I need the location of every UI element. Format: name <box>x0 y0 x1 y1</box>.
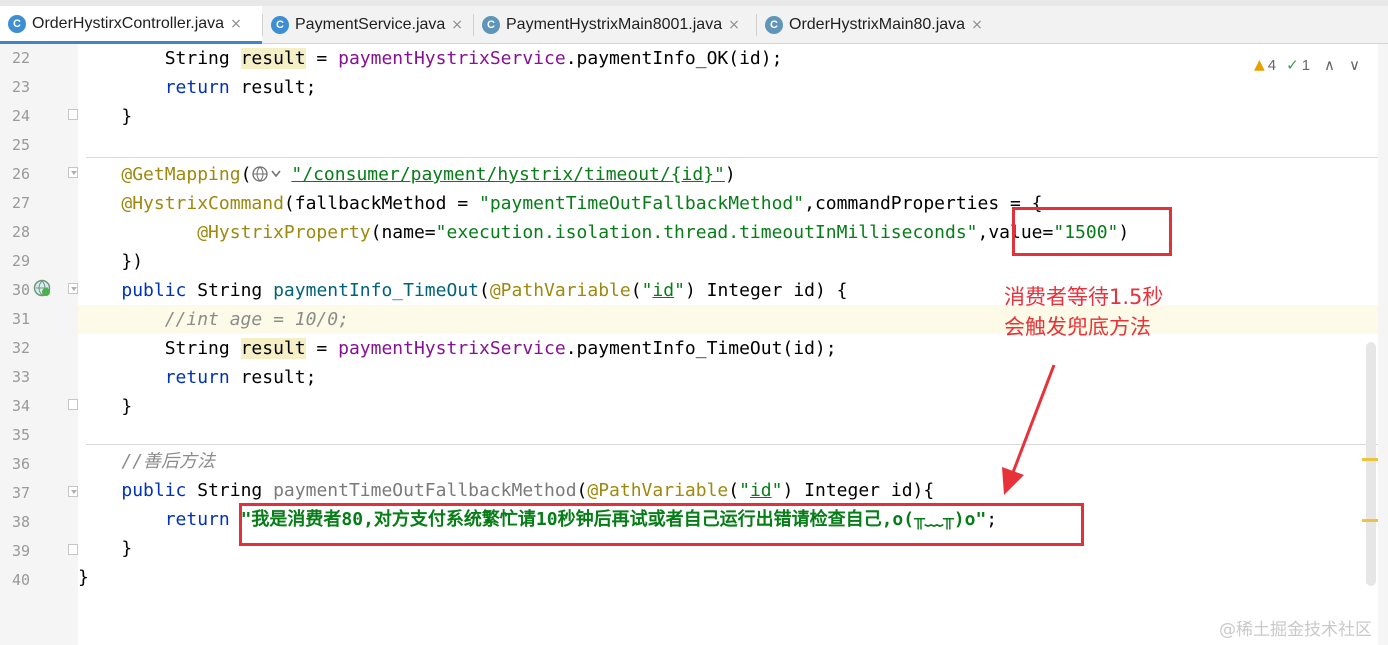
fold-toggle[interactable] <box>68 486 78 497</box>
line-number: 27 <box>11 194 30 212</box>
method-separator <box>86 157 1378 158</box>
fold-end-marker[interactable] <box>68 109 78 120</box>
class-icon: C <box>271 16 289 34</box>
inspection-widget[interactable]: ▲ 4 ✓ 1 ∧ ∨ <box>1254 54 1360 76</box>
line-number: 33 <box>11 368 30 386</box>
fallback-return-highlight-box <box>239 503 1084 546</box>
method-separator <box>86 444 1378 445</box>
editor-right-stripe[interactable] <box>1378 44 1388 645</box>
code-line-28: @HystrixProperty(name="execution.isolati… <box>197 222 1130 243</box>
line-number: 24 <box>11 107 30 125</box>
vertical-scrollbar-thumb[interactable] <box>1366 342 1376 586</box>
close-icon[interactable]: × <box>728 17 740 33</box>
code-line-27: @HystrixCommand(fallbackMethod = "paymen… <box>121 193 1043 214</box>
line-number: 25 <box>11 136 30 154</box>
code-line-36: //善后方法 <box>121 451 216 472</box>
warning-stripe-marker[interactable] <box>1362 458 1378 461</box>
code-line-29: }) <box>121 251 144 272</box>
annotation-line-1: 消费者等待1.5秒 <box>1004 285 1164 309</box>
tab-order-hystrix-main-80[interactable]: C OrderHystrixMain80.java × <box>757 6 999 44</box>
close-icon[interactable]: × <box>451 17 463 33</box>
code-line-22: String result = paymentHystrixService.pa… <box>164 48 783 69</box>
weak-warning-check-icon: ✓ <box>1286 56 1299 74</box>
tab-payment-hystrix-main-8001[interactable]: C PaymentHystrixMain8001.java × <box>474 6 756 44</box>
code-line-34: } <box>121 396 133 417</box>
line-number: 31 <box>11 310 30 328</box>
line-number: 29 <box>11 252 30 270</box>
code-line-24: } <box>121 106 133 127</box>
code-editor[interactable]: String result = paymentHystrixService.pa… <box>78 44 1378 645</box>
spring-web-endpoint-icon[interactable] <box>33 279 51 297</box>
tab-label: PaymentHystrixMain8001.java <box>506 16 723 33</box>
code-line-31: //int age = 10/0; <box>78 305 1378 334</box>
weak-warning-count: 1 <box>1301 56 1311 74</box>
spring-boot-app-icon: C <box>482 16 500 34</box>
close-icon[interactable]: × <box>230 16 242 32</box>
tab-label: OrderHystirxController.java <box>32 14 225 32</box>
line-number: 38 <box>11 513 30 531</box>
line-number: 22 <box>11 49 30 67</box>
warning-count: 4 <box>1267 56 1277 74</box>
line-number: 32 <box>11 339 30 357</box>
line-number: 37 <box>11 484 30 502</box>
fold-toggle[interactable] <box>68 283 78 294</box>
warning-icon: ▲ <box>1254 57 1265 73</box>
annotation-line-2: 会触发兜底方法 <box>1004 315 1151 339</box>
tab-label: PaymentService.java <box>295 16 446 33</box>
line-number: 36 <box>11 455 30 473</box>
code-line-23: return result; <box>164 77 317 98</box>
fold-toggle[interactable] <box>68 167 78 178</box>
close-icon[interactable]: × <box>971 17 983 33</box>
watermark: @稀土掘金技术社区 <box>1219 620 1372 640</box>
line-number: 30 <box>11 281 30 299</box>
warning-stripe-marker[interactable] <box>1362 519 1378 522</box>
line-number: 35 <box>11 426 30 444</box>
annotation-arrow <box>1002 364 1056 495</box>
tab-payment-service[interactable]: C PaymentService.java × <box>263 6 473 44</box>
class-icon: C <box>8 14 26 33</box>
annotation-note: 消费者等待1.5秒 会触发兜底方法 <box>1004 282 1163 342</box>
spring-boot-app-icon: C <box>765 16 783 34</box>
tab-order-hystrix-controller[interactable]: C OrderHystirxController.java × <box>0 6 262 44</box>
fold-end-marker[interactable] <box>68 399 78 410</box>
tab-label: OrderHystrixMain80.java <box>789 16 966 33</box>
previous-problem-chevron-up-icon[interactable]: ∧ <box>1324 56 1335 74</box>
next-problem-chevron-down-icon[interactable]: ∨ <box>1349 56 1360 74</box>
fold-end-marker[interactable] <box>68 544 78 555</box>
code-line-33: return result; <box>164 367 317 388</box>
code-line-40: } <box>78 567 89 588</box>
line-number: 26 <box>11 165 30 183</box>
line-number: 39 <box>11 542 30 560</box>
code-line-26: @GetMapping("/consumer/payment/hystrix/t… <box>78 160 1378 189</box>
value-highlight-box <box>1012 207 1172 256</box>
code-line-30: public String paymentInfo_TimeOut(@PathV… <box>121 280 848 301</box>
editor-gutter: 22 23 24 25 26 27 28 29 30 31 32 33 34 3… <box>0 44 78 645</box>
code-line-32: String result = paymentHystrixService.pa… <box>164 338 837 359</box>
editor-tab-bar: C OrderHystirxController.java × C Paymen… <box>0 6 1388 44</box>
code-line-37: public String paymentTimeOutFallbackMeth… <box>121 480 935 501</box>
line-number: 23 <box>11 78 30 96</box>
line-number: 34 <box>11 397 30 415</box>
globe-icon[interactable] <box>251 160 291 189</box>
line-number: 40 <box>11 571 30 589</box>
line-number: 28 <box>11 223 30 241</box>
